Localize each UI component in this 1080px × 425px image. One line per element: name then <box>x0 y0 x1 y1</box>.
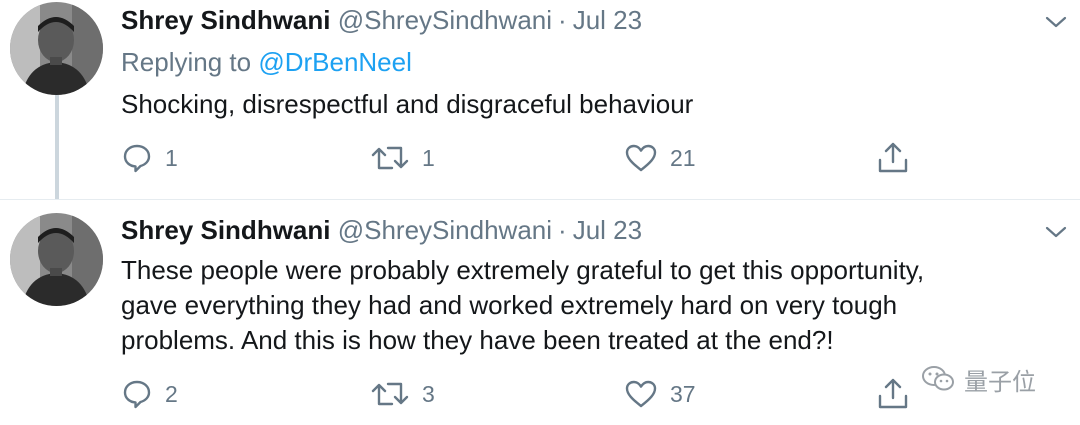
watermark: 量子位 <box>920 364 1036 396</box>
tweet-actions: 2 3 37 <box>0 374 1080 414</box>
retweet-count: 3 <box>422 380 435 407</box>
replying-to-mention[interactable]: @DrBenNeel <box>258 47 412 77</box>
reply-count: 1 <box>165 144 178 171</box>
wechat-icon <box>922 366 954 391</box>
avatar[interactable] <box>10 2 103 95</box>
tweet-text: Shocking, disrespectful and disgraceful … <box>121 87 1041 122</box>
tweet-header: Shrey Sindhwani @ShreySindhwani · Jul 23 <box>121 215 642 245</box>
reply-icon <box>123 144 151 173</box>
retweet-count: 1 <box>422 144 435 171</box>
reply-icon <box>123 380 151 409</box>
share-icon <box>878 378 908 409</box>
tweet-text-line: Shocking, disrespectful and disgraceful … <box>121 89 694 119</box>
replying-to-label: Replying to <box>121 47 252 77</box>
share-button[interactable] <box>876 138 910 178</box>
share-button[interactable] <box>876 374 910 414</box>
tweet-date[interactable]: Jul 23 <box>573 5 642 35</box>
chevron-down-icon[interactable] <box>1041 222 1071 242</box>
author-handle[interactable]: @ShreySindhwani <box>338 215 552 245</box>
avatar[interactable] <box>10 213 103 306</box>
author-handle[interactable]: @ShreySindhwani <box>338 5 552 35</box>
reply-button[interactable]: 1 <box>121 138 178 178</box>
author-name[interactable]: Shrey Sindhwani <box>121 215 331 245</box>
separator: · <box>558 215 567 245</box>
separator: · <box>558 5 567 35</box>
tweet-1[interactable]: Shrey Sindhwani @ShreySindhwani · Jul 23 R… <box>0 0 1080 200</box>
like-icon <box>625 144 657 172</box>
retweet-button[interactable]: 1 <box>370 138 435 178</box>
like-count: 21 <box>670 144 696 171</box>
avatar-image <box>10 2 103 95</box>
like-count: 37 <box>670 380 696 407</box>
tweet-text: These people were probably extremely gra… <box>121 253 1041 358</box>
like-button[interactable]: 37 <box>624 374 696 414</box>
like-icon <box>625 380 657 408</box>
tweet-2[interactable]: Shrey Sindhwani @ShreySindhwani · Jul 23 T… <box>0 200 1080 425</box>
retweet-button[interactable]: 3 <box>370 374 435 414</box>
avatar-image <box>10 213 103 306</box>
retweet-icon <box>371 382 409 406</box>
tweet-header: Shrey Sindhwani @ShreySindhwani · Jul 23 <box>121 5 642 35</box>
replying-to: Replying to @DrBenNeel <box>121 47 412 77</box>
tweet-date[interactable]: Jul 23 <box>573 215 642 245</box>
tweet-actions: 1 1 21 <box>0 138 1080 178</box>
tweet-text-line: These people were probably extremely gra… <box>121 255 925 285</box>
watermark-text: 量子位 <box>964 367 1036 396</box>
tweet-text-line: gave everything they had and worked extr… <box>121 290 898 320</box>
reply-count: 2 <box>165 380 178 407</box>
chevron-down-icon[interactable] <box>1041 12 1071 32</box>
tweet-text-line: problems. And this is how they have been… <box>121 325 834 355</box>
retweet-icon <box>371 146 409 170</box>
share-icon <box>878 142 908 173</box>
author-name[interactable]: Shrey Sindhwani <box>121 5 331 35</box>
like-button[interactable]: 21 <box>624 138 696 178</box>
reply-button[interactable]: 2 <box>121 374 178 414</box>
